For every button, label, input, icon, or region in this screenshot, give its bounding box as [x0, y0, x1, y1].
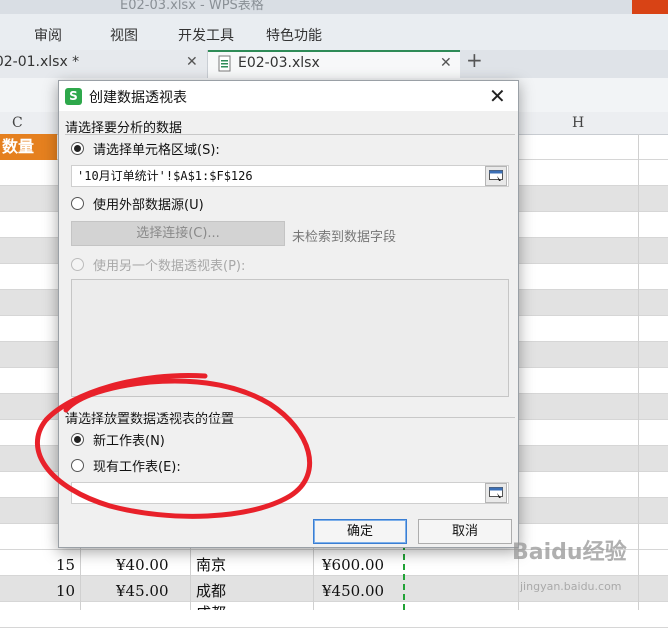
cell-amount[interactable]: ¥450.00	[322, 580, 384, 602]
column-header-c[interactable]: C	[12, 115, 23, 131]
doc-tab-e02-01[interactable]: E02-01.xlsx * ✕	[0, 50, 208, 78]
cell-qty[interactable]: 10	[56, 580, 75, 602]
location-picker-button[interactable]	[485, 483, 507, 503]
radio-external-source-label[interactable]: 使用外部数据源(U)	[93, 194, 204, 213]
radio-existing-sheet[interactable]	[71, 459, 84, 472]
cell-city[interactable]: 成都	[196, 602, 226, 610]
radio-existing-sheet-label[interactable]: 现有工作表(E):	[93, 456, 181, 475]
ok-button[interactable]: 确定	[313, 519, 407, 544]
radio-new-sheet[interactable]	[71, 433, 84, 446]
close-icon[interactable]: ✕	[440, 55, 452, 71]
choose-connection-button[interactable]: 选择连接(C)...	[71, 221, 285, 246]
window-titlebar: E02-03.xlsx - WPS表格	[0, 0, 668, 14]
titlebar-accent	[632, 0, 668, 14]
new-tab-plus-icon[interactable]: +	[466, 48, 483, 72]
close-icon[interactable]: ✕	[489, 84, 506, 108]
range-picker-icon	[489, 170, 503, 181]
cell-amount[interactable]: ¥600.00	[322, 554, 384, 576]
radio-new-sheet-label[interactable]: 新工作表(N)	[93, 430, 165, 449]
cell-price[interactable]: ¥45.00	[116, 580, 169, 602]
doc-tab-label: E02-01.xlsx *	[0, 54, 80, 70]
radio-select-range[interactable]	[71, 142, 84, 155]
menu-view[interactable]: 视图	[110, 25, 138, 45]
menu-bar: 审阅 视图 开发工具 特色功能	[0, 14, 668, 50]
radio-another-pivot-label[interactable]: 使用另一个数据透视表(P):	[93, 255, 245, 274]
grid-line	[638, 134, 639, 610]
menu-review[interactable]: 审阅	[34, 25, 62, 45]
doc-tab-label: E02-03.xlsx	[238, 55, 320, 71]
range-picker-button[interactable]	[485, 166, 507, 186]
table-row	[0, 602, 668, 628]
header-cell-quantity[interactable]: 数量	[0, 134, 57, 160]
cell-city[interactable]: 成都	[196, 580, 226, 602]
dialog-title: 创建数据透视表	[89, 90, 187, 106]
radio-external-source[interactable]	[71, 197, 84, 210]
existing-sheet-location-input[interactable]	[71, 482, 509, 504]
cell-qty[interactable]: 15	[56, 554, 75, 576]
menu-developer[interactable]: 开发工具	[178, 25, 234, 45]
baidu-watermark-url: jingyan.baidu.com	[520, 580, 622, 593]
pivot-table-list[interactable]	[71, 279, 509, 397]
window-title: E02-03.xlsx - WPS表格	[120, 0, 264, 13]
column-header-h[interactable]: H	[572, 115, 584, 131]
cell-price[interactable]: ¥40.00	[116, 554, 169, 576]
dialog-titlebar[interactable]: S 创建数据透视表 ✕	[59, 81, 518, 111]
doc-tab-e02-03[interactable]: E02-03.xlsx ✕	[208, 50, 460, 78]
section-divider	[65, 134, 515, 135]
range-picker-icon	[489, 487, 503, 498]
no-fields-message: 未检索到数据字段	[292, 230, 397, 245]
close-icon[interactable]: ✕	[186, 54, 198, 70]
document-tab-bar: E02-01.xlsx * ✕ E02-03.xlsx ✕ +	[0, 48, 668, 78]
cancel-button[interactable]: 取消	[418, 519, 512, 544]
radio-another-pivot[interactable]	[71, 258, 84, 271]
radio-select-range-label[interactable]: 请选择单元格区域(S):	[93, 139, 220, 158]
baidu-watermark: Baidu经验	[512, 540, 627, 565]
cell-city[interactable]: 南京	[196, 554, 226, 576]
create-pivot-table-dialog: S 创建数据透视表 ✕ 请选择要分析的数据 请选择单元格区域(S): '10月订…	[58, 80, 519, 548]
range-input[interactable]: '10月订单统计'!$A$1:$F$126	[71, 165, 509, 187]
menu-special[interactable]: 特色功能	[266, 25, 322, 45]
spreadsheet-file-icon	[218, 55, 231, 72]
wps-logo-icon: S	[65, 88, 82, 105]
section-divider	[65, 417, 515, 418]
